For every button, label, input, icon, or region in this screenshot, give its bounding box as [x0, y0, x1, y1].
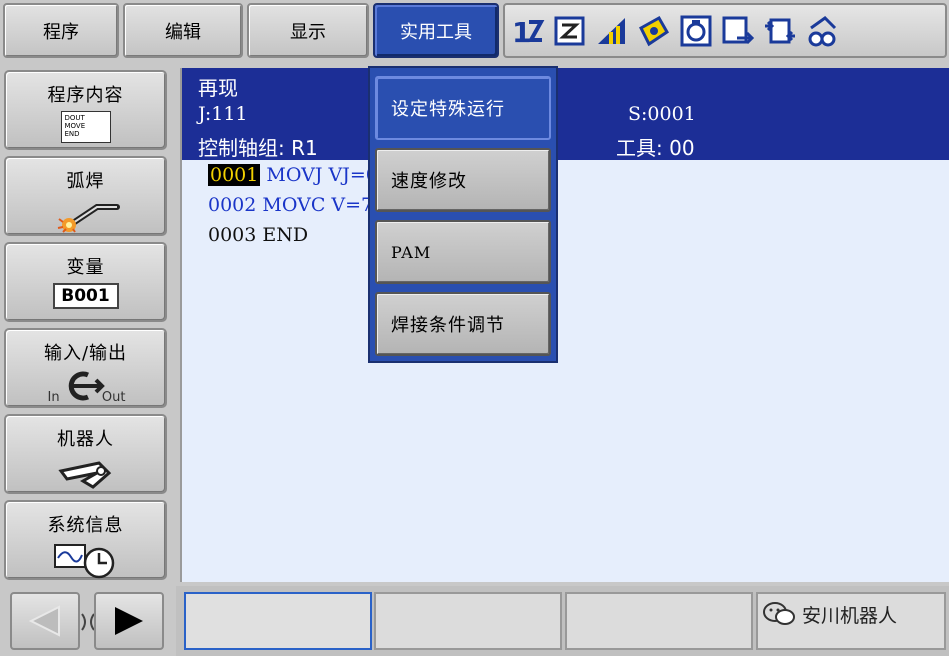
menu-item-weld-condition-adjust[interactable]: 焊接条件调节: [375, 292, 551, 356]
tab-program[interactable]: 程序: [3, 3, 119, 58]
sidebar-item-label: 变量: [66, 257, 105, 278]
sidebar-item-robot[interactable]: 机器人: [4, 414, 167, 494]
play-mode-icon: [637, 14, 671, 48]
instruction-text: MOVC V=70: [262, 194, 386, 216]
sidebar-item-label: 程序内容: [47, 85, 124, 106]
io-icon: [721, 14, 755, 48]
program-line[interactable]: 0003 END: [208, 224, 308, 246]
tab-utility[interactable]: 实用工具: [373, 3, 499, 58]
signal-icon: [595, 14, 629, 48]
edit-lock-icon: [553, 14, 587, 48]
line-number: 0003: [208, 224, 257, 246]
control-group: 控制轴组: R1: [198, 136, 318, 160]
step-number: S:0001: [628, 103, 696, 125]
instruction-text: END: [262, 224, 309, 246]
program-line[interactable]: 0001 MOVJ VJ=0: [208, 164, 378, 186]
step-number-icon: 1: [511, 14, 545, 48]
svg-text:1: 1: [512, 16, 531, 48]
instruction-text: MOVJ VJ=0: [266, 164, 378, 186]
sync-icon: [763, 14, 797, 48]
tab-edit[interactable]: 编辑: [123, 3, 243, 58]
utility-dropdown-menu: 设定特殊运行 速度修改 PAM 焊接条件调节: [368, 66, 558, 363]
status-box-3: [565, 592, 753, 650]
watermark-text: 安川机器人: [802, 604, 898, 627]
tool-number: 工具: 00: [616, 136, 695, 160]
sidebar-item-variable[interactable]: 变量 B001: [4, 242, 167, 322]
page-forward-button[interactable]: [94, 592, 164, 650]
left-arrow-icon: [28, 605, 60, 637]
cycle-icon: [679, 14, 713, 48]
program-line[interactable]: 0002 MOVC V=70: [208, 194, 385, 216]
line-number: 0002: [208, 194, 257, 216]
sidebar-item-label: 输入/输出: [43, 343, 128, 364]
play-mode-label: 再现: [198, 76, 238, 100]
robot-arm-icon: [57, 461, 111, 489]
variable-icon: B001: [52, 283, 119, 309]
sidebar-item-arc-weld[interactable]: 弧焊: [4, 156, 167, 236]
input-line-box[interactable]: [184, 592, 372, 650]
system-info-icon: [53, 544, 114, 579]
arc-weld-icon: [57, 204, 120, 233]
status-box-2: [374, 592, 562, 650]
top-menu-bar: 程序 编辑 显示 实用工具 1: [0, 0, 949, 62]
menu-item-pam[interactable]: PAM: [375, 220, 551, 284]
sidebar-item-label: 系统信息: [47, 515, 124, 536]
coordinate-icon: [805, 14, 839, 48]
line-number-cursor: 0001: [208, 164, 261, 186]
sidebar-item-program-content[interactable]: 程序内容 DOUT MOVE END: [4, 70, 167, 150]
job-name: J:111: [198, 103, 248, 125]
sidebar-item-input-output[interactable]: 输入/输出 In Out: [4, 328, 167, 408]
page-navigation: [4, 586, 167, 654]
program-header: 再现 J:111 S:0001 控制轴组: R1 工具: 00: [182, 68, 949, 160]
program-doc-icon: DOUT MOVE END: [60, 111, 111, 143]
tab-display[interactable]: 显示: [247, 3, 369, 58]
menu-item-speed-modify[interactable]: 速度修改: [375, 148, 551, 212]
page-back-button[interactable]: [10, 592, 80, 650]
status-icon-bar: 1: [503, 3, 947, 58]
sidebar-item-system-info[interactable]: 系统信息: [4, 500, 167, 580]
right-arrow-icon: [115, 607, 143, 635]
main-menu-panel: 程序内容 DOUT MOVE END 弧焊 变量 B001 输入/输出 In O…: [0, 64, 172, 656]
wechat-icon: [763, 602, 795, 625]
watermark: 安川机器人: [762, 600, 897, 628]
program-content-window: 再现 J:111 S:0001 控制轴组: R1 工具: 00 0001 MOV…: [180, 68, 949, 582]
input-output-icon: In Out: [46, 369, 126, 407]
sidebar-item-label: 弧焊: [66, 171, 105, 192]
menu-item-special-play[interactable]: 设定特殊运行: [375, 76, 551, 140]
sidebar-item-label: 机器人: [57, 429, 114, 450]
